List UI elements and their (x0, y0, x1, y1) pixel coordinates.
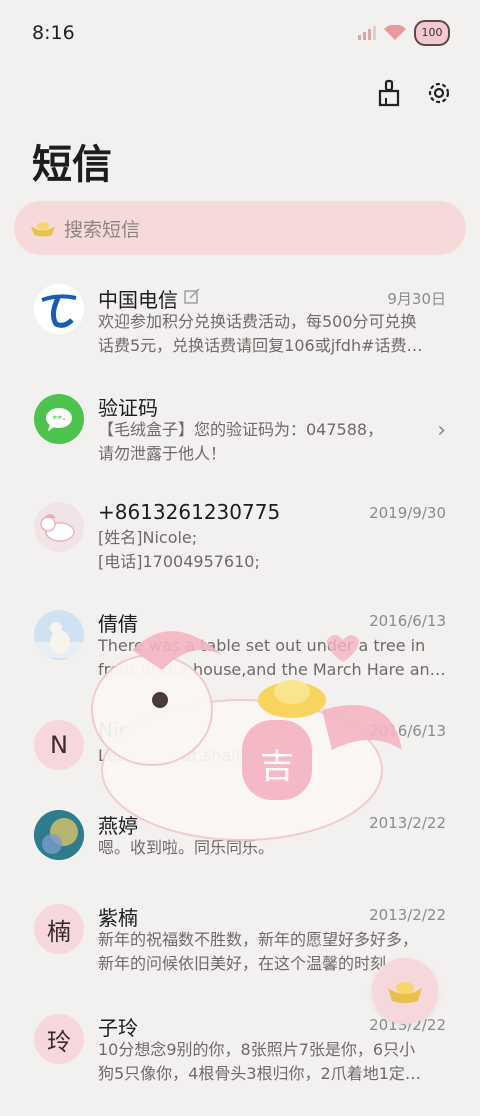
broom-icon (378, 79, 400, 107)
message-preview: 10分想念9别的你，8张照片7张是你，6只小 狗5只像你，4根骨头3根归你，2爪… (98, 1040, 421, 1083)
message-preview: 嗯。收到啦。同乐同乐。 (98, 838, 275, 857)
pony-avatar-icon (40, 514, 75, 542)
message-date: 2013/2/22 (369, 814, 446, 832)
sender-name: Nicole (98, 718, 160, 742)
gear-icon (428, 82, 450, 104)
contact-avatar-letter: N (34, 720, 84, 770)
message-date: 2016/6/13 (369, 612, 446, 630)
message-preview: Let's eat out,shall we? (98, 746, 277, 765)
message-preview: 欢迎参加积分兑换话费活动，每500分可兑换 话费5元，兑换话费请回复106或jf… (98, 312, 423, 355)
search-bar[interactable]: 搜索短信 (14, 201, 466, 255)
contact-avatar-letter: 楠 (34, 904, 84, 954)
message-date: 2013/2/22 (369, 906, 446, 924)
conversation-row[interactable]: +8613261230775 2019/9/30 [姓名]Nicole; [电话… (0, 488, 480, 598)
conversation-row[interactable]: 燕婷 2013/2/22 嗯。收到啦。同乐同乐。 (0, 800, 480, 896)
polar-bear-avatar-icon (36, 622, 82, 658)
new-message-button[interactable] (372, 958, 438, 1024)
status-icons: 100 (358, 20, 450, 46)
clean-button[interactable] (374, 78, 404, 108)
conversation-row[interactable]: 中国电信 9月30日 欢迎参加积分兑换话费活动，每500分可兑换 话费5元，兑换… (0, 268, 480, 378)
wifi-icon (384, 25, 406, 40)
contact-avatar-photo (34, 810, 84, 860)
conversation-row[interactable]: 倩倩 2016/6/13 There was a table set out u… (0, 598, 480, 708)
contact-avatar-bear (34, 610, 84, 660)
sender-name: 倩倩 (98, 612, 138, 636)
status-time: 8:16 (32, 22, 75, 44)
landscape-avatar-icon (34, 810, 84, 860)
page-title: 短信 (32, 142, 112, 188)
message-preview: [姓名]Nicole; [电话]17004957610; (98, 528, 260, 571)
message-bubble-icon: **- (46, 408, 72, 431)
message-date: 2019/9/30 (369, 504, 446, 522)
sender-name: 中国电信 (98, 288, 178, 312)
contact-avatar-letter: 玲 (34, 1014, 84, 1064)
top-actions (374, 78, 454, 108)
message-date: 9月30日 (387, 290, 446, 308)
settings-button[interactable] (424, 78, 454, 108)
sender-name: 紫楠 (98, 906, 138, 930)
signal-icon (358, 26, 376, 40)
sender-name: +8613261230775 (98, 500, 281, 524)
gold-ingot-icon (388, 982, 422, 1003)
message-preview: There was a table set out under a tree i… (98, 636, 446, 679)
search-input[interactable]: 搜索短信 (64, 215, 140, 242)
contact-avatar-pony (34, 502, 84, 552)
conversation-row[interactable]: N Nicole 2016/6/13 Let's eat out,shall w… (0, 708, 480, 800)
gold-ingot-icon (31, 222, 55, 237)
message-preview: 【毛绒盒子】您的验证码为：047588， 请勿泄露于他人！ (98, 420, 384, 463)
message-date: 2016/6/13 (369, 722, 446, 740)
sender-name: 子玲 (98, 1016, 138, 1040)
sender-name: 验证码 (98, 396, 158, 420)
conversation-row[interactable]: **- 验证码 › 【毛绒盒子】您的验证码为：047588， 请勿泄露于他人！ (0, 378, 480, 488)
status-bar: 8:16 100 (0, 0, 480, 64)
svg-text:**-: **- (52, 414, 66, 425)
edit-icon (184, 288, 200, 304)
telecom-avatar (34, 284, 84, 334)
battery-indicator: 100 (414, 20, 450, 46)
verification-avatar: **- (34, 394, 84, 444)
sender-name: 燕婷 (98, 814, 138, 838)
china-telecom-logo-icon (34, 284, 84, 334)
